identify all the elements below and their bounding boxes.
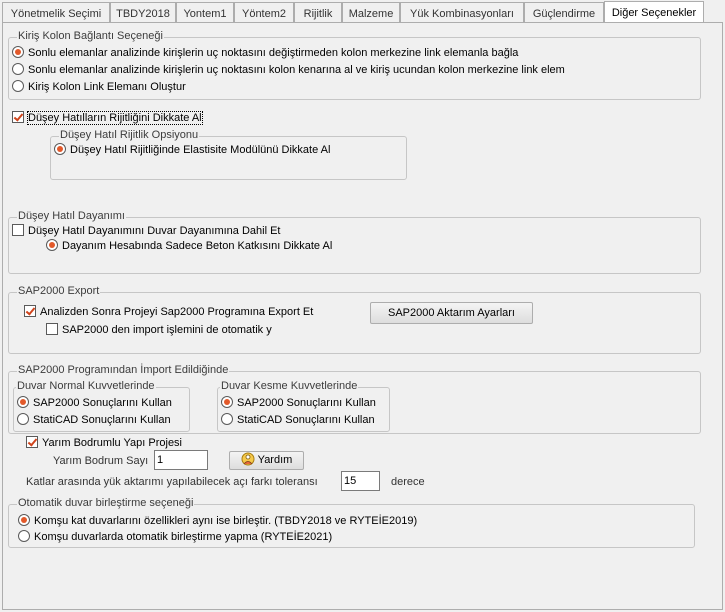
radio-link-eleman-olustur[interactable]: Kiriş Kolon Link Elemanı Oluştur [12, 80, 186, 94]
radio-label: Komşu duvarlarda otomatik birleştirme ya… [34, 531, 333, 543]
radio-button-icon[interactable] [221, 413, 233, 425]
checkbox-label: Düşey Hatıl Dayanımını Duvar Dayanımına … [28, 225, 281, 237]
radio-button-icon[interactable] [18, 530, 30, 542]
radio-birlestir[interactable]: Komşu kat duvarlarını özellikleri aynı i… [18, 514, 417, 528]
yardim-label: Yardım [257, 454, 293, 466]
checkbox-icon[interactable] [12, 111, 24, 123]
yarim-bodrum-sayi-label: Yarım Bodrum Sayı [53, 455, 149, 467]
group-sap2000-export: SAP2000 Export Analizden Sonra Projeyi S… [8, 285, 701, 354]
tab-guclendirme[interactable]: Güçlendirme [524, 2, 604, 24]
aci-birim-label: derece [391, 476, 425, 488]
radio-button-icon[interactable] [221, 396, 233, 408]
checkbox-label: Analizden Sonra Projeyi Sap2000 Programı… [40, 306, 314, 318]
radio-label: Sonlu elemanlar analizinde kirişlerin uç… [28, 64, 565, 76]
radio-button-icon[interactable] [18, 514, 30, 526]
radio-button-icon[interactable] [12, 63, 24, 75]
sap2000-aktarim-ayarlari-button[interactable]: SAP2000 Aktarım Ayarları [370, 302, 533, 324]
checkbox-icon[interactable] [46, 323, 58, 335]
radio-button-icon[interactable] [17, 396, 29, 408]
radio-kesme-staticad[interactable]: StatiCAD Sonuçlarını Kullan [221, 413, 375, 427]
radio-label: Sonlu elemanlar analizinde kirişlerin uç… [28, 47, 519, 59]
group-legend: Düşey Hatıl Dayanımı [17, 210, 126, 222]
checkbox-label: Yarım Bodrumlu Yapı Projesi [42, 437, 183, 449]
tab-diger-secenekler[interactable]: Diğer Seçenekler [604, 1, 704, 24]
aci-farki-input[interactable]: 15 [341, 471, 380, 491]
checkbox-icon[interactable] [26, 436, 38, 448]
radio-link-kolon-merkez[interactable]: Sonlu elemanlar analizinde kirişlerin uç… [12, 46, 518, 60]
radio-label: SAP2000 Sonuçlarını Kullan [237, 397, 376, 409]
checkbox-dusey-rijitlik[interactable]: Düşey Hatılların Rijitliğini Dikkate Al [12, 111, 203, 125]
tab-yontem1[interactable]: Yontem1 [176, 2, 234, 24]
radio-label: Dayanım Hesabında Sadece Beton Katkısını… [62, 240, 333, 252]
group-legend: Otomatik duvar birleştirme seçeneği [17, 497, 195, 509]
tab-panel: Kiriş Kolon Bağlantı Seçeneği Sonlu elem… [2, 22, 723, 610]
group-legend: Duvar Normal Kuvvetlerinde [16, 380, 156, 392]
radio-button-icon[interactable] [12, 80, 24, 92]
group-duvar-kesme: Duvar Kesme Kuvvetlerinde SAP2000 Sonuçl… [217, 380, 390, 432]
radio-label: Komşu kat duvarlarını özellikleri aynı i… [34, 515, 418, 527]
radio-normal-sap2000[interactable]: SAP2000 Sonuçlarını Kullan [17, 396, 172, 410]
group-dusey-dayanim: Düşey Hatıl Dayanımı Düşey Hatıl Dayanım… [8, 210, 701, 274]
tab-yontem2[interactable]: Yöntem2 [234, 2, 294, 24]
aci-farki-label: Katlar arasında yük aktarımı yapılabilec… [26, 476, 318, 488]
checkbox-icon[interactable] [12, 224, 24, 236]
radio-label: SAP2000 Sonuçlarını Kullan [33, 397, 172, 409]
checkbox-icon[interactable] [24, 305, 36, 317]
group-legend: SAP2000 Programından İmport Edildiğinde [17, 364, 230, 376]
tab-malzeme[interactable]: Malzeme [342, 2, 400, 24]
tab-yuk-kombinasyonlari[interactable]: Yük Kombinasyonları [400, 2, 524, 24]
tab-bar: Yönetmelik Seçimi TBDY2018 Yontem1 Yönte… [2, 1, 723, 24]
radio-kesme-sap2000[interactable]: SAP2000 Sonuçlarını Kullan [221, 396, 376, 410]
checkbox-label: Düşey Hatılların Rijitliğini Dikkate Al [27, 111, 203, 125]
checkbox-duvar-dayanimi[interactable]: Düşey Hatıl Dayanımını Duvar Dayanımına … [12, 224, 281, 238]
radio-normal-staticad[interactable]: StatiCAD Sonuçlarını Kullan [17, 413, 171, 427]
radio-kolon-kenari[interactable]: Sonlu elemanlar analizinde kirişlerin uç… [12, 63, 565, 77]
yardim-button[interactable]: Yardım [229, 451, 304, 470]
help-icon [241, 452, 255, 466]
tab-tbdy2018[interactable]: TBDY2018 [110, 2, 176, 24]
group-legend: SAP2000 Export [17, 285, 101, 297]
yarim-bodrum-sayi-input[interactable]: 1 [154, 450, 208, 470]
checkbox-label: SAP2000 den import işlemini de otomatik … [62, 324, 272, 336]
group-legend: Düşey Hatıl Rijitlik Opsiyonu [59, 129, 200, 141]
radio-label: Düşey Hatıl Rijitliğinde Elastisite Modü… [70, 144, 331, 156]
radio-elastisite-modulu[interactable]: Düşey Hatıl Rijitliğinde Elastisite Modü… [54, 143, 330, 157]
radio-button-icon[interactable] [46, 239, 58, 251]
checkbox-sap-import[interactable]: SAP2000 den import işlemini de otomatik … [46, 323, 272, 337]
tab-yonetmelik-secimi[interactable]: Yönetmelik Seçimi [2, 2, 110, 24]
checkbox-yarim-bodrum[interactable]: Yarım Bodrumlu Yapı Projesi [26, 436, 182, 450]
group-duvar-normal: Duvar Normal Kuvvetlerinde SAP2000 Sonuç… [13, 380, 190, 432]
radio-label: Kiriş Kolon Link Elemanı Oluştur [28, 81, 186, 93]
group-dusey-rijitlik-opsiyonu: Düşey Hatıl Rijitlik Opsiyonu Düşey Hatı… [50, 129, 407, 180]
group-kiris-kolon: Kiriş Kolon Bağlantı Seçeneği Sonlu elem… [8, 30, 701, 100]
checkbox-sap-export[interactable]: Analizden Sonra Projeyi Sap2000 Programı… [24, 305, 313, 319]
group-otomatik-birlestirme: Otomatik duvar birleştirme seçeneği Komş… [8, 497, 695, 548]
radio-birlestirme-yapma[interactable]: Komşu duvarlarda otomatik birleştirme ya… [18, 530, 332, 544]
radio-label: StatiCAD Sonuçlarını Kullan [237, 414, 375, 426]
radio-button-icon[interactable] [12, 46, 24, 58]
group-legend: Kiriş Kolon Bağlantı Seçeneği [17, 30, 164, 42]
radio-label: StatiCAD Sonuçlarını Kullan [33, 414, 171, 426]
radio-beton-katkisi[interactable]: Dayanım Hesabında Sadece Beton Katkısını… [46, 239, 332, 253]
group-legend: Duvar Kesme Kuvvetlerinde [220, 380, 359, 392]
radio-button-icon[interactable] [17, 413, 29, 425]
tab-rijitlik[interactable]: Rijitlik [294, 2, 342, 24]
radio-button-icon[interactable] [54, 143, 66, 155]
